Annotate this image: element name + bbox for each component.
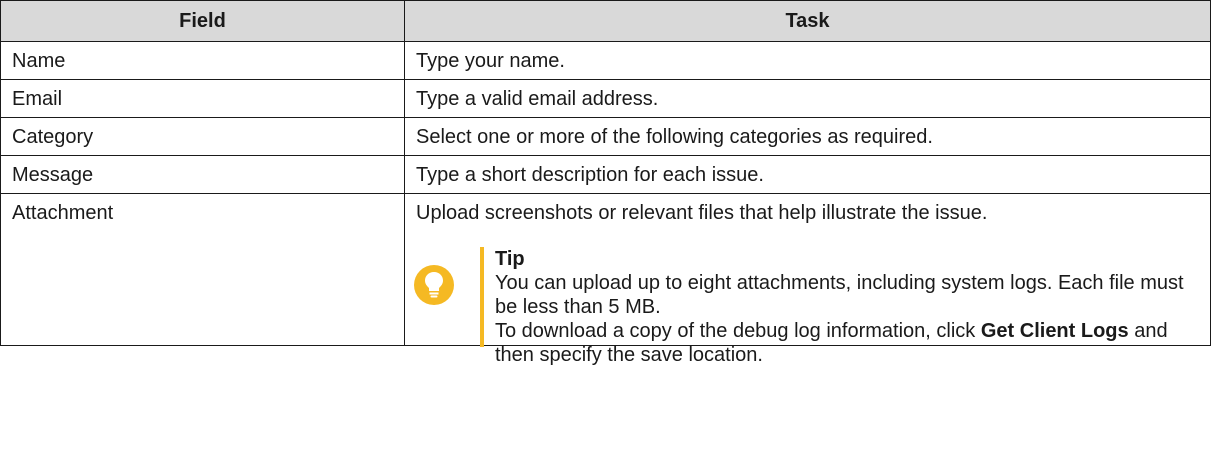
column-header-task: Task	[404, 0, 1211, 42]
tip-accent-bar	[480, 247, 484, 347]
task-cell: Select one or more of the following cate…	[404, 117, 1211, 156]
field-cell: Email	[0, 79, 405, 118]
get-client-logs-label: Get Client Logs	[980, 320, 1129, 342]
task-cell: Type a short description for each issue.	[404, 155, 1211, 194]
field-cell: Name	[0, 41, 405, 80]
column-header-field: Field	[0, 0, 405, 42]
field-cell: Message	[0, 155, 405, 194]
task-cell: Upload screenshots or relevant files tha…	[404, 193, 1211, 366]
table-row: Message Type a short description for eac…	[0, 155, 1211, 194]
tip-line-1: You can upload up to eight attachments, …	[495, 272, 1184, 318]
tip-line-2-prefix: To download a copy of the debug log info…	[495, 320, 981, 342]
table-header-row: Field Task	[0, 0, 1211, 42]
field-cell: Attachment	[0, 193, 405, 346]
table-row: Name Type your name.	[0, 41, 1211, 80]
tip-content: Tip You can upload up to eight attachmen…	[495, 247, 1199, 367]
tip-title: Tip	[495, 248, 525, 270]
task-cell: Type your name.	[404, 41, 1211, 80]
lightbulb-icon	[414, 265, 454, 305]
task-cell: Type a valid email address.	[404, 79, 1211, 118]
table-row: Attachment Upload screenshots or relevan…	[0, 193, 1211, 366]
tip-line-2: To download a copy of the debug log info…	[495, 319, 1199, 367]
field-task-table: Field Task Name Type your name. Email Ty…	[0, 0, 1211, 366]
task-text: Upload screenshots or relevant files tha…	[416, 202, 988, 224]
tip-callout: Tip You can upload up to eight attachmen…	[414, 247, 1199, 366]
field-cell: Category	[0, 117, 405, 156]
table-row: Email Type a valid email address.	[0, 79, 1211, 118]
table-row: Category Select one or more of the follo…	[0, 117, 1211, 156]
